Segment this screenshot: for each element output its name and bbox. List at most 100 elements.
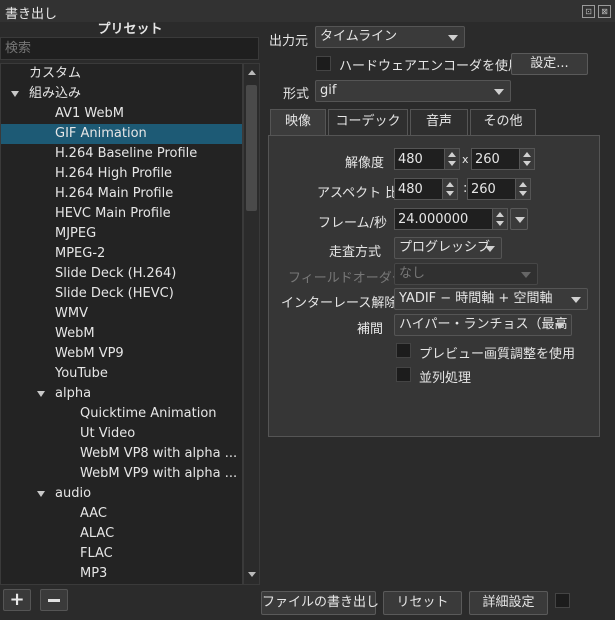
up-arrow-icon (446, 182, 454, 187)
presets-header: プリセット (97, 22, 163, 37)
remove-preset-button[interactable] (40, 589, 68, 611)
preset-tree-item[interactable]: HEVC Main Profile (1, 204, 242, 224)
aspect-h-spinbox[interactable] (467, 178, 531, 200)
float-icon[interactable]: ⊡ (582, 5, 595, 18)
preset-tree-item-label: MP3 (80, 566, 108, 581)
preset-tree-item[interactable]: MP3 (1, 564, 242, 584)
chevron-down-icon[interactable] (11, 91, 19, 97)
fps-spinbox[interactable] (394, 208, 508, 230)
preset-tree-item-label: H.264 High Profile (55, 166, 173, 181)
preset-tree-item[interactable]: 組み込み (1, 84, 242, 104)
preset-tree-item[interactable]: H.264 Main Profile (1, 184, 242, 204)
preset-tree-item[interactable]: audio (1, 484, 242, 504)
height-input[interactable] (472, 149, 518, 169)
chevron-down-icon (494, 89, 504, 95)
chevron-down-icon[interactable] (37, 491, 45, 497)
interpolation-label: 補間 (357, 322, 384, 337)
source-label: 出力元 (269, 34, 309, 49)
preset-tree-item-label: AV1 WebM (55, 106, 124, 121)
scroll-down-icon[interactable] (248, 572, 256, 577)
chevron-down-icon (485, 246, 495, 252)
close-icon[interactable]: ⊠ (598, 5, 611, 18)
preset-tree-item[interactable]: WebM VP9 with alpha ... (1, 464, 242, 484)
aspect-w-input[interactable] (395, 179, 441, 199)
preset-tree-item-label: YouTube (55, 366, 108, 381)
width-spinbox[interactable] (394, 148, 460, 170)
preset-scrollbar-thumb[interactable] (246, 85, 257, 211)
preset-tree-item[interactable]: Slide Deck (H.264) (1, 264, 242, 284)
add-preset-button[interactable]: + (3, 589, 31, 611)
preset-tree-item[interactable]: FLAC (1, 544, 242, 564)
field-order-combo[interactable]: なし (394, 263, 538, 285)
tab-other[interactable]: その他 (470, 109, 536, 135)
preset-tree-item[interactable]: GIF Animation (1, 124, 242, 144)
preset-tree-item-label: WebM VP9 (55, 346, 124, 361)
chevron-down-icon (555, 323, 565, 329)
fps-stepper[interactable] (492, 209, 507, 229)
advanced-checkbox[interactable] (555, 593, 570, 608)
preset-tree-item[interactable]: Quicktime Animation (1, 404, 242, 424)
tab-video[interactable]: 映像 (270, 109, 326, 135)
chevron-down-icon[interactable] (37, 391, 45, 397)
up-arrow-icon (496, 212, 504, 217)
deinterlace-label: インターレース解除 (281, 296, 398, 311)
preset-tree-item[interactable]: WebM VP9 (1, 344, 242, 364)
preset-tree-item-label: audio (55, 486, 92, 501)
preset-tree-item[interactable]: AAC (1, 504, 242, 524)
width-stepper[interactable] (444, 149, 459, 169)
preset-tree-item[interactable]: H.264 Baseline Profile (1, 144, 242, 164)
preset-tree-item[interactable]: YouTube (1, 364, 242, 384)
deinterlace-combo[interactable]: YADIF − 時間軸 + 空間軸 (394, 288, 588, 310)
width-input[interactable] (395, 149, 443, 169)
preset-tree-item[interactable]: ALAC (1, 524, 242, 544)
preset-tree-item[interactable]: MJPEG (1, 224, 242, 244)
fps-input[interactable] (395, 209, 491, 229)
preview-scaling-checkbox[interactable] (396, 343, 411, 358)
height-stepper[interactable] (519, 149, 534, 169)
field-order-value: なし (399, 266, 426, 281)
preset-tree-item[interactable]: WebM (1, 324, 242, 344)
scroll-up-icon[interactable] (248, 70, 256, 75)
tab-codec[interactable]: コーデック (328, 109, 408, 135)
tab-audio[interactable]: 音声 (410, 109, 468, 135)
preset-tree-item-label: WebM VP9 with alpha ... (80, 466, 238, 481)
hw-encoder-checkbox[interactable] (316, 56, 331, 71)
aspect-w-stepper[interactable] (442, 179, 457, 199)
aspect-h-stepper[interactable] (515, 179, 530, 199)
export-file-button[interactable]: ファイルの書き出し (261, 591, 379, 615)
preset-tree-item[interactable]: AV1 WebM (1, 104, 242, 124)
aspect-w-spinbox[interactable] (394, 178, 458, 200)
settings-button[interactable]: 設定... (511, 53, 588, 75)
preset-tree-item[interactable]: Ut Video (1, 424, 242, 444)
preset-tree[interactable]: カスタム組み込み AV1 WebM GIF Animation H.264 Basel… (0, 63, 243, 585)
reset-button[interactable]: リセット (383, 591, 462, 615)
preset-search[interactable] (0, 37, 259, 60)
format-label: 形式 (283, 87, 310, 102)
preset-tree-item-label: カスタム (29, 66, 82, 81)
preset-tree-item[interactable]: WebM VP8 with alpha ... (1, 444, 242, 464)
preset-tree-item[interactable]: カスタム (1, 64, 242, 84)
preset-tree-item-label: WebM (55, 326, 95, 341)
preset-tree-item[interactable]: WMV (1, 304, 242, 324)
fps-preset-dropdown[interactable] (510, 208, 528, 230)
preset-tree-item[interactable]: H.264 High Profile (1, 164, 242, 184)
source-combo[interactable]: タイムライン (315, 26, 465, 48)
preset-tree-item-label: WMV (55, 306, 88, 321)
preset-tree-item[interactable]: Slide Deck (HEVC) (1, 284, 242, 304)
source-value: タイムライン (320, 29, 398, 44)
height-spinbox[interactable] (471, 148, 535, 170)
scan-combo[interactable]: プログレッシブ (394, 237, 502, 259)
down-arrow-icon (448, 161, 456, 166)
interpolation-combo[interactable]: ハイパー・ランチョス（最高 (394, 314, 572, 336)
parallel-processing-checkbox[interactable] (396, 367, 411, 382)
preset-tree-item-label: ALAC (80, 526, 115, 541)
preset-tree-item[interactable]: alpha (1, 384, 242, 404)
preset-tree-item[interactable]: MPEG-2 (1, 244, 242, 264)
advanced-button[interactable]: 詳細設定 (469, 591, 548, 615)
preset-tree-item-label: FLAC (80, 546, 113, 561)
preset-tree-item-label: WebM VP8 with alpha ... (80, 446, 238, 461)
aspect-h-input[interactable] (468, 179, 514, 199)
preset-search-input[interactable] (1, 38, 258, 59)
format-combo[interactable]: gif (315, 80, 511, 102)
resolution-label: 解像度 (345, 156, 385, 171)
